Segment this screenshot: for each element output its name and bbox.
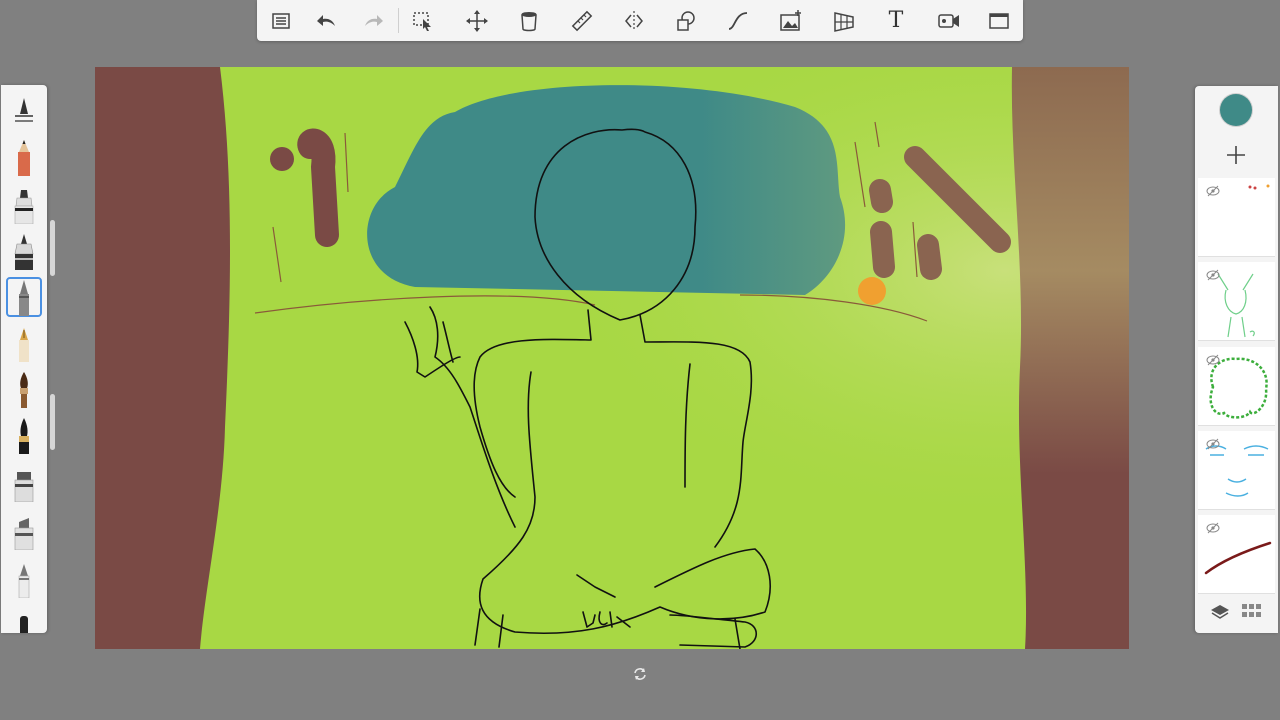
fountain-pen-icon[interactable] (6, 323, 42, 363)
smudge-icon[interactable] (6, 605, 42, 633)
layer-thumbnail-4[interactable] (1198, 431, 1275, 510)
visibility-eye-icon[interactable] (1206, 353, 1220, 367)
image-import-icon[interactable] (775, 6, 807, 36)
pen-nib-icon[interactable] (6, 231, 42, 271)
list-icon[interactable] (265, 6, 297, 36)
chisel-marker-icon[interactable] (6, 511, 42, 551)
visibility-eye-icon[interactable] (1206, 521, 1220, 535)
color-swatch[interactable] (1220, 94, 1252, 126)
shapes-icon[interactable] (670, 6, 702, 36)
symmetry-icon[interactable] (618, 6, 650, 36)
transform-icon[interactable] (461, 6, 493, 36)
ruler-icon[interactable] (566, 6, 598, 36)
ink-brush-icon[interactable] (6, 415, 42, 455)
drawing-canvas[interactable] (95, 67, 1129, 649)
palette-scroll-handle-lower[interactable] (50, 394, 55, 450)
artwork (95, 67, 1129, 649)
undo-icon[interactable] (311, 6, 343, 36)
selection-icon[interactable] (407, 6, 439, 36)
grid-icon[interactable] (1241, 602, 1263, 622)
left-tree-trunk (95, 67, 230, 649)
ballpoint-icon[interactable] (6, 277, 42, 317)
pencil-icon[interactable] (6, 137, 42, 177)
visibility-eye-icon[interactable] (1206, 268, 1220, 282)
fill-icon[interactable] (513, 6, 545, 36)
right-tree-trunk (1011, 67, 1129, 649)
stroke-icon[interactable] (722, 6, 754, 36)
toolbar-divider (398, 8, 399, 33)
sync-icon[interactable] (633, 667, 647, 681)
palette-scroll-handle[interactable] (50, 220, 55, 276)
marker-icon[interactable] (6, 185, 42, 225)
brush-palette (1, 85, 47, 633)
recording-icon[interactable] (933, 6, 965, 36)
paintbrush-icon[interactable] (6, 369, 42, 409)
add-layer-icon[interactable] (1223, 142, 1249, 168)
fullscreen-icon[interactable] (983, 6, 1015, 36)
eraser-icon[interactable] (6, 559, 42, 599)
layer-panel (1195, 86, 1278, 633)
text-tool-label: T (888, 8, 904, 33)
layers-icon[interactable] (1209, 601, 1231, 623)
redo-icon[interactable] (357, 6, 389, 36)
layer-thumbnail-1[interactable] (1198, 178, 1275, 257)
text-icon[interactable]: T (880, 6, 912, 36)
brush-settings-icon[interactable] (6, 89, 42, 129)
top-toolbar: T (257, 0, 1023, 41)
perspective-icon[interactable] (828, 6, 860, 36)
visibility-eye-icon[interactable] (1206, 184, 1220, 198)
layer-thumbnail-3[interactable] (1198, 347, 1275, 426)
layer-thumbnail-5[interactable] (1198, 515, 1275, 594)
layer-thumbnail-2[interactable] (1198, 262, 1275, 341)
visibility-eye-icon[interactable] (1206, 437, 1220, 451)
airbrush-icon[interactable] (6, 463, 42, 503)
